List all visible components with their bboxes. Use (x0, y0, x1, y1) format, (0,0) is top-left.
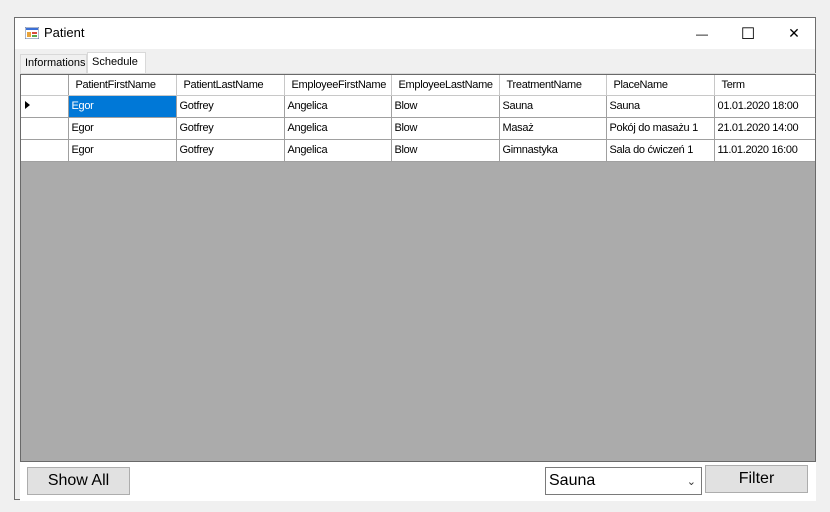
cell-place-name[interactable]: Sala do ćwiczeń 1 (606, 139, 715, 162)
minimize-icon: — (696, 26, 708, 41)
app-icon (25, 27, 39, 39)
corner-header[interactable] (21, 75, 69, 96)
show-all-button[interactable]: Show All (27, 467, 130, 495)
filter-combobox[interactable]: Sauna ⌄ (545, 467, 702, 495)
title-bar[interactable]: Patient — ☐ ✕ (15, 18, 815, 49)
cell-patient-first-name[interactable]: Egor (68, 139, 177, 162)
close-icon: ✕ (788, 25, 800, 41)
minimize-button[interactable]: — (679, 18, 725, 49)
cell-term[interactable]: 11.01.2020 16:00 (714, 139, 815, 162)
cell-treatment-name[interactable]: Masaż (499, 117, 607, 140)
table-row[interactable]: Egor Gotfrey Angelica Blow Gimnastyka Sa… (21, 139, 815, 162)
column-header-patient-last-name[interactable]: PatientLastName (176, 75, 285, 96)
cell-patient-first-name[interactable]: Egor (68, 95, 177, 118)
tab-strip: Informations Schedule (20, 52, 810, 74)
cell-patient-last-name[interactable]: Gotfrey (176, 117, 285, 140)
cell-patient-first-name[interactable]: Egor (68, 117, 177, 140)
cell-employee-last-name[interactable]: Blow (391, 139, 500, 162)
filter-button[interactable]: Filter (705, 465, 808, 493)
maximize-icon: ☐ (740, 25, 756, 43)
current-row-indicator-icon (25, 101, 30, 109)
cell-employee-last-name[interactable]: Blow (391, 95, 500, 118)
cell-patient-last-name[interactable]: Gotfrey (176, 95, 285, 118)
schedule-table: PatientFirstName PatientLastName Employe… (21, 75, 815, 162)
close-button[interactable]: ✕ (771, 18, 817, 49)
column-header-patient-first-name[interactable]: PatientFirstName (68, 75, 177, 96)
cell-term[interactable]: 01.01.2020 18:00 (714, 95, 815, 118)
tab-informations[interactable]: Informations (20, 54, 87, 73)
row-header[interactable] (21, 139, 69, 162)
column-header-treatment-name[interactable]: TreatmentName (499, 75, 607, 96)
cell-employee-first-name[interactable]: Angelica (284, 139, 392, 162)
maximize-button[interactable]: ☐ (725, 18, 771, 49)
column-header-employee-last-name[interactable]: EmployeeLastName (391, 75, 500, 96)
column-header-employee-first-name[interactable]: EmployeeFirstName (284, 75, 392, 96)
patient-window: Patient — ☐ ✕ Informations Schedule Pati… (14, 17, 816, 501)
cell-term[interactable]: 21.01.2020 14:00 (714, 117, 815, 140)
cell-employee-first-name[interactable]: Angelica (284, 117, 392, 140)
schedule-tab-page: PatientFirstName PatientLastName Employe… (20, 73, 816, 501)
window-title: Patient (44, 25, 85, 40)
header-row: PatientFirstName PatientLastName Employe… (21, 75, 815, 96)
cell-treatment-name[interactable]: Sauna (499, 95, 607, 118)
cell-patient-last-name[interactable]: Gotfrey (176, 139, 285, 162)
table-row[interactable]: Egor Gotfrey Angelica Blow Sauna Sauna 0… (21, 95, 815, 118)
cell-place-name[interactable]: Sauna (606, 95, 715, 118)
row-header[interactable] (21, 95, 69, 118)
column-header-term[interactable]: Term (714, 75, 815, 96)
filter-combobox-value: Sauna (549, 472, 596, 489)
cell-employee-first-name[interactable]: Angelica (284, 95, 392, 118)
column-header-place-name[interactable]: PlaceName (606, 75, 715, 96)
row-header[interactable] (21, 117, 69, 140)
cell-treatment-name[interactable]: Gimnastyka (499, 139, 607, 162)
chevron-down-icon[interactable]: ⌄ (687, 475, 696, 488)
tab-schedule[interactable]: Schedule (87, 52, 146, 74)
schedule-data-grid[interactable]: PatientFirstName PatientLastName Employe… (20, 74, 816, 462)
cell-place-name[interactable]: Pokój do masażu 1 (606, 117, 715, 140)
table-row[interactable]: Egor Gotfrey Angelica Blow Masaż Pokój d… (21, 117, 815, 140)
cell-employee-last-name[interactable]: Blow (391, 117, 500, 140)
